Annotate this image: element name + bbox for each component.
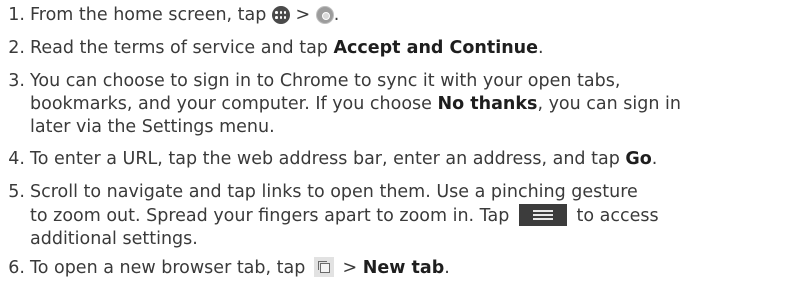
apps-icon [271,6,290,24]
step-text: To enter a URL, tap the web address bar,… [30,149,658,169]
step-text: To open a new browser tab, tap > New tab… [30,257,450,278]
step-3: 3. You can choose to sign in to Chrome t… [0,70,802,139]
step-number: 4. [8,149,25,169]
step-6: 6. To open a new browser tab, tap > New … [0,257,802,280]
step-2: 2. Read the terms of service and tap Acc… [0,37,802,60]
step-text: From the home screen, tap > . [30,5,340,25]
step-number: 6. [8,258,25,278]
step-number: 3. [8,71,25,91]
go-label: Go [625,149,652,169]
step-text: Read the terms of service and tap Accept… [30,38,544,58]
step-4: 4. To enter a URL, tap the web address b… [0,148,802,171]
step-text: Scroll to navigate and tap links to open… [30,182,659,249]
step-5: 5. Scroll to navigate and tap links to o… [0,181,802,251]
new-tab-label: New tab [362,258,445,278]
step-number: 1. [8,5,25,25]
chrome-icon [315,6,334,24]
step-text: You can choose to sign in to Chrome to s… [30,71,681,137]
step-number: 2. [8,38,25,58]
menu-icon [518,204,567,226]
no-thanks-label: No thanks [437,94,538,114]
accept-and-continue-label: Accept and Continue [333,38,539,58]
tabs-icon [313,257,334,277]
step-1: 1. From the home screen, tap > . [0,4,802,27]
step-number: 5. [8,182,25,202]
